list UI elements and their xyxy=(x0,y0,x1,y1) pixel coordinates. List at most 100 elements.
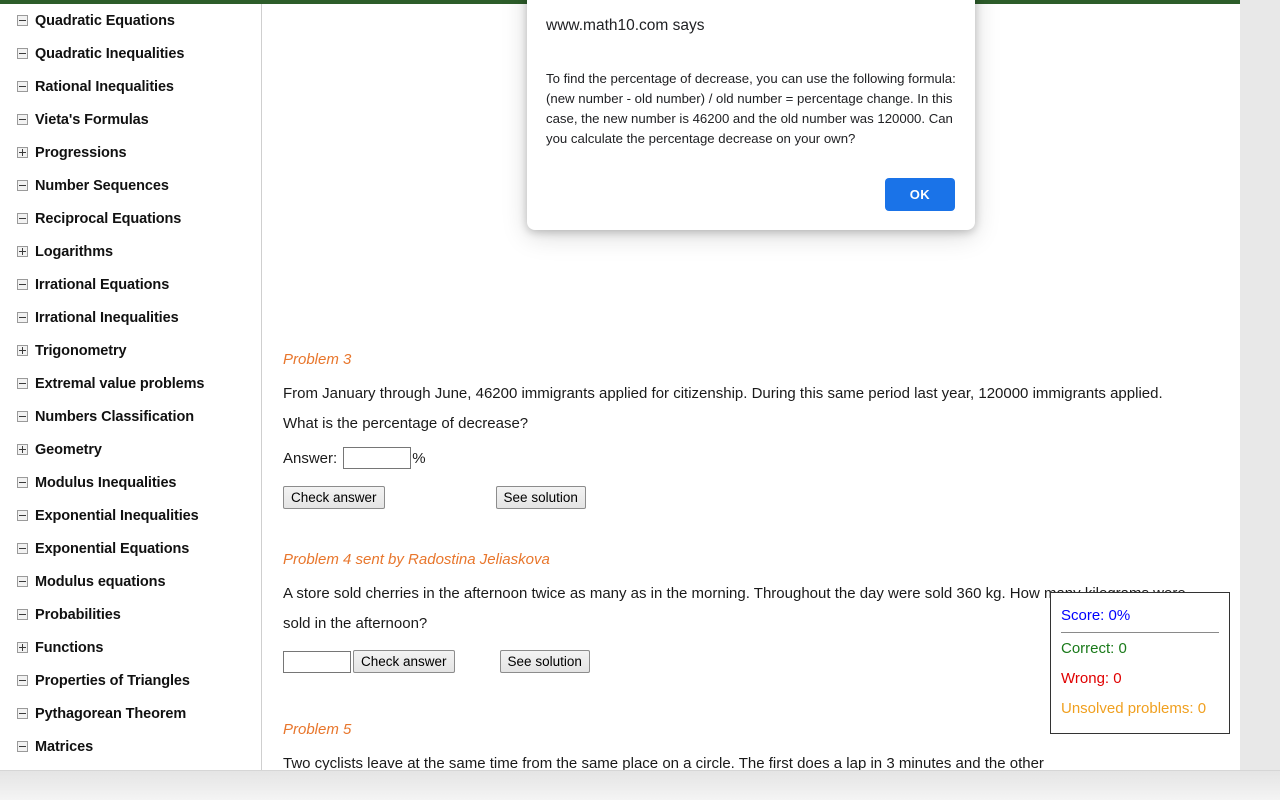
sidebar-item-progressions[interactable]: Progressions xyxy=(0,136,261,169)
sidebar-item-matrices[interactable]: Matrices xyxy=(0,730,261,763)
sidebar-item-label: Irrational Equations xyxy=(35,276,170,293)
sidebar-item-reciprocal-equations[interactable]: Reciprocal Equations xyxy=(0,202,261,235)
problem-3-block: Problem 3 From January through June, 462… xyxy=(283,349,1213,509)
collapse-minus-icon[interactable] xyxy=(17,609,28,620)
collapse-minus-icon[interactable] xyxy=(17,543,28,554)
collapse-minus-icon[interactable] xyxy=(17,741,28,752)
dialog-message: To find the percentage of decrease, you … xyxy=(546,71,956,146)
problem-3-check-answer-button[interactable]: Check answer xyxy=(283,486,385,509)
problem-4-check-answer-button[interactable]: Check answer xyxy=(353,650,455,673)
sidebar-item-label: Pythagorean Theorem xyxy=(35,705,187,722)
collapse-minus-icon[interactable] xyxy=(17,378,28,389)
sidebar-item-irrational-equations[interactable]: Irrational Equations xyxy=(0,268,261,301)
collapse-minus-icon[interactable] xyxy=(17,477,28,488)
problem-5-text: Two cyclists leave at the same time from… xyxy=(283,755,1044,770)
sidebar-item-label: Extremal value problems xyxy=(35,375,205,392)
sidebar-item-logarithms[interactable]: Logarithms xyxy=(0,235,261,268)
collapse-minus-icon[interactable] xyxy=(17,213,28,224)
dialog-inner: www.math10.com says To find the percenta… xyxy=(527,0,975,230)
problem-3-percent-sign: % xyxy=(412,449,426,467)
sidebar-item-label: Properties of Triangles xyxy=(35,672,190,689)
wrong-count: Wrong: 0 xyxy=(1061,670,1122,687)
problem-3-title: Problem 3 xyxy=(283,351,352,368)
problem-3-buttons: Check answer See solution xyxy=(283,486,1213,509)
score-value: Score: 0% xyxy=(1061,607,1131,624)
score-panel: Score: 0% Correct: 0 Wrong: 0 Unsolved p… xyxy=(1050,592,1230,734)
sidebar-item-modulus-inequalities[interactable]: Modulus Inequalities xyxy=(0,466,261,499)
sidebar-item-label: Reciprocal Equations xyxy=(35,210,182,227)
collapse-minus-icon[interactable] xyxy=(17,81,28,92)
dialog-origin-title: www.math10.com says xyxy=(546,17,705,34)
collapse-minus-icon[interactable] xyxy=(17,675,28,686)
sidebar-item-modulus-equations[interactable]: Modulus equations xyxy=(0,565,261,598)
sidebar-item-extremal-value-problems[interactable]: Extremal value problems xyxy=(0,367,261,400)
sidebar-item-label: Exponential Inequalities xyxy=(35,507,199,524)
sidebar-item-label: Exponential Equations xyxy=(35,540,190,557)
sidebar-item-label: Progressions xyxy=(35,144,127,161)
sidebar-item-vieta-s-formulas[interactable]: Vieta's Formulas xyxy=(0,103,261,136)
sidebar-item-exponential-inequalities[interactable]: Exponential Inequalities xyxy=(0,499,261,532)
problem-4-see-solution-button[interactable]: See solution xyxy=(499,650,590,673)
sidebar-item-properties-of-triangles[interactable]: Properties of Triangles xyxy=(0,664,261,697)
browser-page: Quadratic Equations Quadratic Inequalitie… xyxy=(0,0,1280,800)
collapse-minus-icon[interactable] xyxy=(17,15,28,26)
problem-3-see-solution-button[interactable]: See solution xyxy=(495,486,586,509)
unsolved-count: Unsolved problems: 0 xyxy=(1061,700,1207,717)
collapse-minus-icon[interactable] xyxy=(17,411,28,422)
expand-plus-icon[interactable] xyxy=(17,642,28,653)
sidebar-item-label: Number Sequences xyxy=(35,177,169,194)
sidebar-item-quadratic-equations[interactable]: Quadratic Equations xyxy=(0,4,261,37)
collapse-minus-icon[interactable] xyxy=(17,576,28,587)
sidebar-item-rational-inequalities[interactable]: Rational Inequalities xyxy=(0,70,261,103)
chrome-top-divider xyxy=(0,770,1280,771)
problem-3-answer-row: Answer: % xyxy=(283,447,1213,469)
sidebar-item-exponential-equations[interactable]: Exponential Equations xyxy=(0,532,261,565)
sidebar-item-geometry[interactable]: Geometry xyxy=(0,433,261,466)
javascript-alert-dialog: www.math10.com says To find the percenta… xyxy=(527,0,975,230)
dialog-actions: OK xyxy=(884,178,955,211)
dialog-ok-button[interactable]: OK xyxy=(884,178,955,211)
sidebar-item-label: Modulus Inequalities xyxy=(35,474,177,491)
sidebar-item-label: Matrices xyxy=(35,738,94,755)
problem-4-title: Problem 4 sent by Radostina Jeliaskova xyxy=(283,551,550,568)
sidebar-item-functions[interactable]: Functions xyxy=(0,631,261,664)
bottom-browser-chrome xyxy=(0,770,1280,800)
sidebar-item-probabilities[interactable]: Probabilities xyxy=(0,598,261,631)
collapse-minus-icon[interactable] xyxy=(17,180,28,191)
collapse-minus-icon[interactable] xyxy=(17,312,28,323)
sidebar-item-label: Numbers Classification xyxy=(35,408,194,425)
expand-plus-icon[interactable] xyxy=(17,345,28,356)
sidebar-item-label: Trigonometry xyxy=(35,342,127,359)
sidebar-item-label: Functions xyxy=(35,639,104,656)
problem-3-answer-input[interactable] xyxy=(343,447,412,469)
sidebar-item-label: Logarithms xyxy=(35,243,113,260)
sidebar-item-label: Modulus equations xyxy=(35,573,166,590)
problem-3-answer-label: Answer: xyxy=(283,449,338,467)
sidebar-item-label: Quadratic Inequalities xyxy=(35,45,185,62)
collapse-minus-icon[interactable] xyxy=(17,48,28,59)
sidebar-item-label: Probabilities xyxy=(35,606,121,623)
collapse-minus-icon[interactable] xyxy=(17,279,28,290)
score-divider xyxy=(1061,632,1219,633)
expand-plus-icon[interactable] xyxy=(17,246,28,257)
problem-4-answer-input[interactable] xyxy=(283,650,351,673)
problem-3-text: From January through June, 46200 immigra… xyxy=(283,385,1163,432)
sidebar-item-label: Rational Inequalities xyxy=(35,78,174,95)
expand-plus-icon[interactable] xyxy=(17,444,28,455)
sidebar-item-label: Irrational Inequalities xyxy=(35,309,179,326)
sidebar-item-numbers-classification[interactable]: Numbers Classification xyxy=(0,400,261,433)
collapse-minus-icon[interactable] xyxy=(17,114,28,125)
sidebar-item-pythagorean-theorem[interactable]: Pythagorean Theorem xyxy=(0,697,261,730)
sidebar-item-label: Vieta's Formulas xyxy=(35,111,149,128)
sidebar-item-label: Geometry xyxy=(35,441,102,458)
expand-plus-icon[interactable] xyxy=(17,147,28,158)
topic-sidebar[interactable]: Quadratic Equations Quadratic Inequalitie… xyxy=(0,4,262,770)
correct-count: Correct: 0 xyxy=(1061,640,1127,657)
sidebar-item-number-sequences[interactable]: Number Sequences xyxy=(0,169,261,202)
sidebar-item-label: Quadratic Equations xyxy=(35,12,175,29)
collapse-minus-icon[interactable] xyxy=(17,708,28,719)
sidebar-item-trigonometry[interactable]: Trigonometry xyxy=(0,334,261,367)
sidebar-item-irrational-inequalities[interactable]: Irrational Inequalities xyxy=(0,301,261,334)
collapse-minus-icon[interactable] xyxy=(17,510,28,521)
sidebar-item-quadratic-inequalities[interactable]: Quadratic Inequalities xyxy=(0,37,261,70)
